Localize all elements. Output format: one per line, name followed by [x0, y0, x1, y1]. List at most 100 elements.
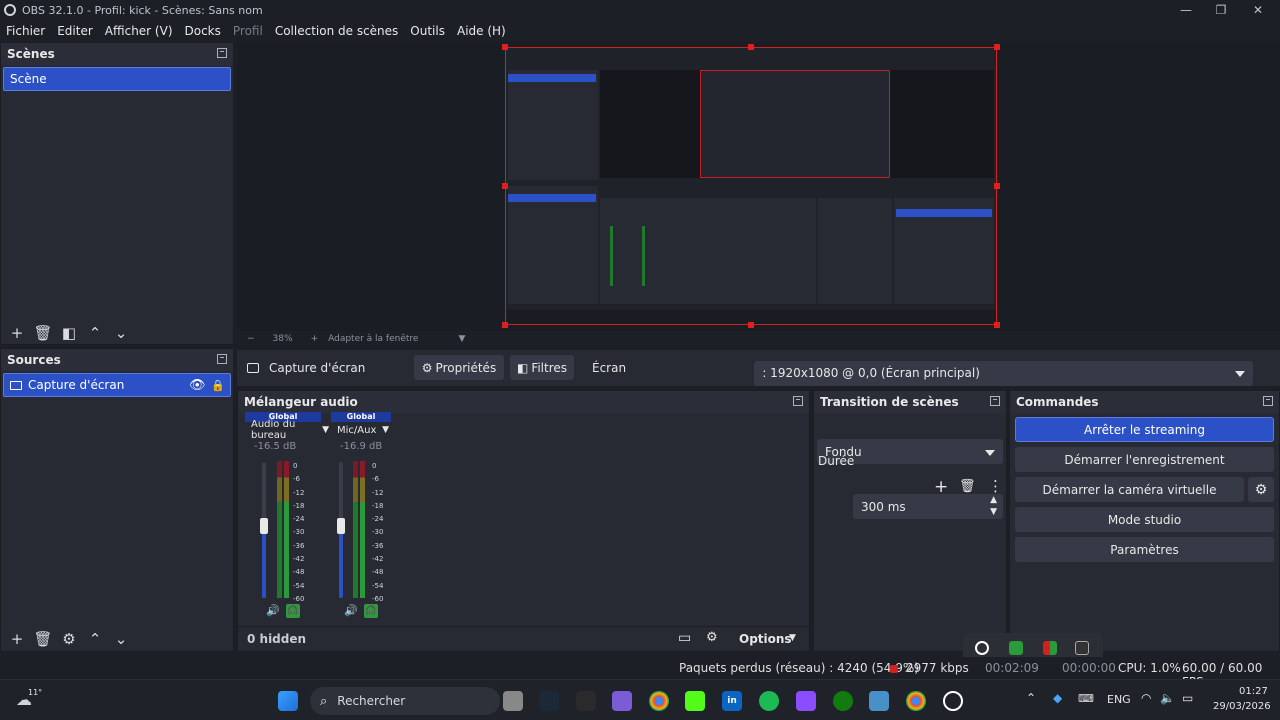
chevron-down-icon[interactable]: ▼	[382, 425, 389, 435]
volume-slider-knob[interactable]	[260, 518, 268, 534]
trash-icon[interactable]: 🗑	[959, 479, 976, 494]
resize-handle[interactable]	[748, 322, 754, 328]
filter-icon[interactable]: ◧	[59, 323, 79, 343]
zoom-out-button[interactable]: −	[247, 334, 255, 344]
undock-icon[interactable]	[793, 396, 803, 406]
resize-handle[interactable]	[502, 183, 508, 189]
start-recording-button[interactable]: Démarrer l'enregistrement	[1015, 447, 1274, 472]
linkedin-icon[interactable]: in	[722, 691, 742, 711]
stop-streaming-button[interactable]: Arrêter le streaming	[1015, 417, 1274, 442]
trash-icon[interactable]: 🗑	[33, 629, 53, 649]
headphones-icon[interactable]: 🎧	[286, 604, 300, 618]
chevron-down-icon[interactable]: ▼	[458, 334, 465, 344]
app-icon[interactable]	[796, 691, 816, 711]
eye-icon[interactable]: 👁	[189, 378, 206, 393]
app-tray-icon[interactable]	[1043, 641, 1057, 655]
kick-icon[interactable]	[685, 691, 705, 711]
clock-time[interactable]: 01:27	[1239, 686, 1268, 697]
menu-aide[interactable]: Aide (H)	[457, 24, 506, 38]
menu-editer[interactable]: Editer	[57, 24, 93, 38]
menu-fichier[interactable]: Fichier	[6, 24, 45, 38]
source-item[interactable]: Capture d'écran 👁 🔒	[3, 373, 231, 397]
resize-handle[interactable]	[502, 44, 508, 50]
menu-outils[interactable]: Outils	[410, 24, 445, 38]
scene-item[interactable]: Scène	[3, 67, 231, 91]
layout-icon[interactable]: ▭	[678, 630, 691, 646]
close-button[interactable]: ✕	[1240, 0, 1276, 20]
settings-button[interactable]: Paramètres	[1015, 537, 1274, 562]
menu-docks[interactable]: Docks	[185, 24, 221, 38]
language-indicator[interactable]: ENG	[1107, 693, 1131, 706]
chevron-up-icon[interactable]: ⌃	[85, 323, 105, 343]
resize-handle[interactable]	[502, 322, 508, 328]
virtual-camera-button[interactable]: Démarrer la caméra virtuelle	[1015, 477, 1244, 502]
gear-icon[interactable]: ⚙	[706, 630, 718, 645]
chevron-down-icon[interactable]: ▼	[322, 425, 329, 435]
add-icon[interactable]: +	[7, 629, 27, 649]
chevron-down-icon[interactable]: ⌄	[111, 629, 131, 649]
taskbar-search[interactable]: ⌕ Rechercher	[310, 687, 500, 715]
chevron-down-icon[interactable]: ⌄	[111, 323, 131, 343]
spin-down-icon[interactable]: ▼	[990, 507, 997, 517]
app-tray-icon[interactable]: ◆	[1053, 691, 1062, 705]
menu-collection[interactable]: Collection de scènes	[275, 24, 398, 38]
filters-button[interactable]: ◧ Filtres	[510, 355, 574, 380]
task-view-icon[interactable]	[503, 691, 523, 711]
gear-icon[interactable]: ⚙	[59, 629, 79, 649]
menu-profil[interactable]: Profil	[233, 24, 263, 38]
preview-canvas[interactable]	[505, 47, 997, 325]
channel-name[interactable]: Mic/Aux ▼	[331, 422, 391, 438]
app-icon[interactable]	[612, 691, 632, 711]
nvidia-icon[interactable]	[1009, 641, 1023, 655]
spin-up-icon[interactable]: ▲	[990, 495, 997, 505]
gear-icon[interactable]: ⚙	[1248, 477, 1274, 502]
start-icon[interactable]	[278, 691, 298, 711]
trash-icon[interactable]: 🗑	[33, 323, 53, 343]
obs-tray-icon[interactable]	[975, 641, 989, 655]
epic-icon[interactable]	[1075, 641, 1089, 655]
undock-icon[interactable]	[990, 396, 1000, 406]
maximize-button[interactable]: ❐	[1203, 0, 1239, 20]
chrome-icon[interactable]	[649, 691, 669, 711]
volume-icon[interactable]: 🔈	[1160, 691, 1175, 705]
undock-icon[interactable]	[217, 354, 227, 364]
options-button[interactable]: Options	[739, 632, 792, 646]
zoom-in-button[interactable]: +	[311, 334, 319, 344]
resize-handle[interactable]	[994, 183, 1000, 189]
resize-handle[interactable]	[994, 322, 1000, 328]
duration-input[interactable]: 300 ms ▲ ▼	[853, 494, 1003, 519]
undock-icon[interactable]	[217, 48, 227, 58]
headphones-icon[interactable]: 🎧	[364, 604, 378, 618]
steam-icon[interactable]	[539, 691, 559, 711]
properties-button[interactable]: ⚙ Propriétés	[414, 355, 504, 380]
lock-icon[interactable]: 🔒	[211, 379, 225, 392]
keyboard-icon[interactable]: ⌨	[1078, 692, 1094, 705]
studio-mode-button[interactable]: Mode studio	[1015, 507, 1274, 532]
add-icon[interactable]: +	[7, 323, 27, 343]
volume-slider-knob[interactable]	[337, 518, 345, 534]
battery-icon[interactable]: ▭	[1182, 691, 1193, 705]
clock-date[interactable]: 29/03/2026	[1213, 701, 1271, 712]
resize-handle[interactable]	[748, 44, 754, 50]
wifi-icon[interactable]: ◠	[1141, 691, 1151, 705]
fit-window-button[interactable]: Adapter à la fenêtre	[328, 334, 418, 344]
photos-icon[interactable]	[869, 691, 889, 711]
screen-select[interactable]: : 1920x1080 @ 0,0 (Écran principal)	[754, 360, 1254, 386]
chevron-up-icon[interactable]: ⌃	[85, 629, 105, 649]
speaker-icon[interactable]: 🔊	[344, 604, 358, 617]
xbox-icon[interactable]	[833, 691, 853, 711]
speaker-icon[interactable]: 🔊	[266, 604, 280, 617]
undock-icon[interactable]	[1263, 396, 1273, 406]
resize-handle[interactable]	[994, 44, 1000, 50]
spotify-icon[interactable]	[759, 691, 779, 711]
minimize-button[interactable]: —	[1168, 0, 1204, 20]
channel-name[interactable]: Audio du bureau ▼	[245, 419, 329, 441]
chevron-down-icon[interactable]: ▼	[789, 633, 796, 643]
chrome-icon[interactable]	[906, 691, 926, 711]
tray-chevron-icon[interactable]: ⌃	[1026, 691, 1036, 705]
obs-icon[interactable]	[943, 691, 963, 711]
epic-games-icon[interactable]	[576, 691, 596, 711]
add-icon[interactable]: +	[934, 477, 948, 497]
menu-afficher[interactable]: Afficher (V)	[105, 24, 173, 38]
more-icon[interactable]: ⋮	[988, 477, 1003, 495]
